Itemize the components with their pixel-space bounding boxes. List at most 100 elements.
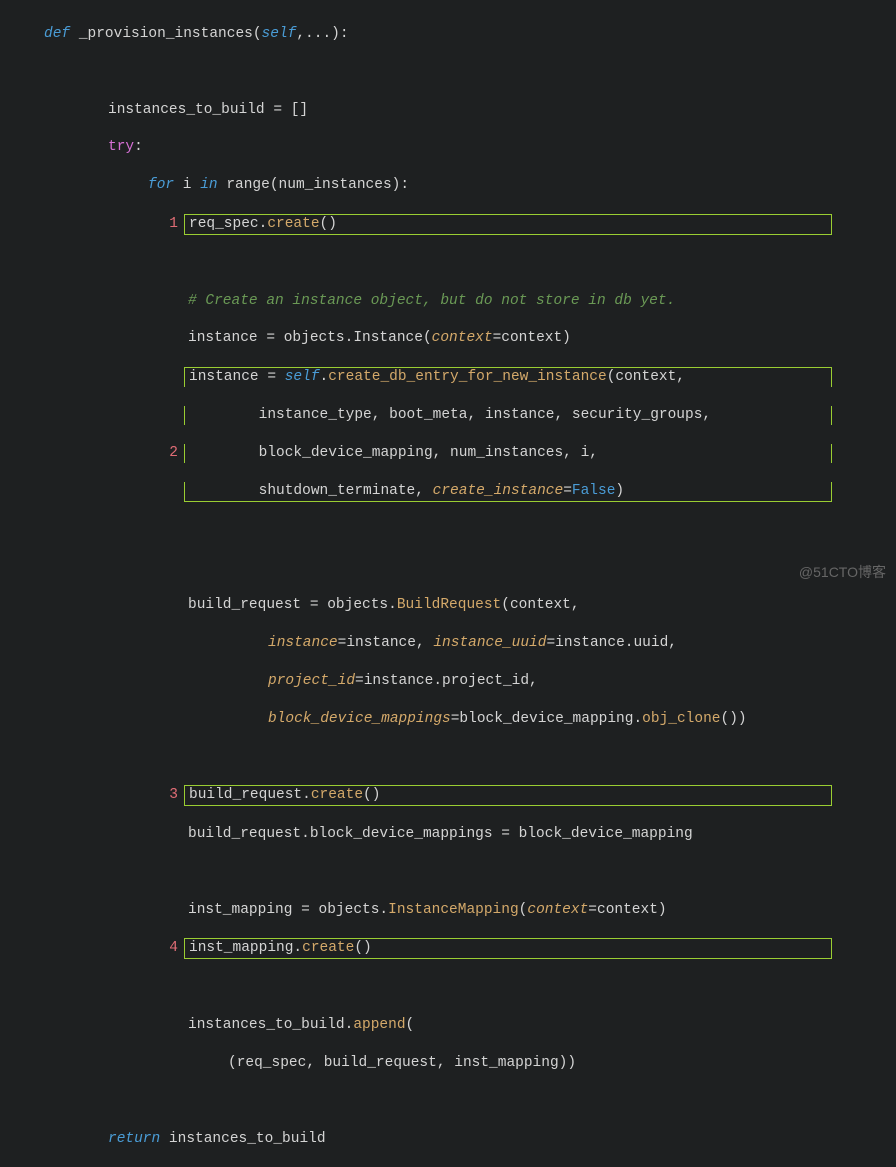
tail: (context,	[607, 369, 685, 385]
code-line: project_id=instance.project_id,	[0, 672, 896, 691]
code-block: def _provision_instances(self,...): inst…	[0, 0, 896, 1167]
code-line: return instances_to_build	[0, 1130, 896, 1149]
args: shutdown_terminate,	[259, 483, 433, 499]
blank-line	[0, 558, 896, 577]
blank-line	[0, 1092, 896, 1111]
call: range(num_instances):	[218, 177, 409, 193]
tail: ()	[354, 940, 371, 956]
comment: # Create an instance object, but do not …	[188, 293, 675, 309]
code-line: for i in range(num_instances):	[0, 176, 896, 195]
annotation-3: 3	[164, 786, 178, 805]
txt: =instance.project_id,	[355, 673, 538, 689]
tail: ()	[320, 216, 337, 232]
highlight-box-4: inst_mapping.create()	[184, 938, 832, 959]
watermark: @51CTO博客	[799, 563, 886, 581]
args: block_device_mapping, num_instances, i,	[259, 445, 598, 461]
tail: =context)	[588, 902, 666, 918]
tail: =context)	[493, 330, 571, 346]
blank-line	[0, 978, 896, 997]
code-line: instances_to_build = []	[0, 101, 896, 120]
code-line: instances_to_build.append(	[0, 1016, 896, 1035]
code-line: instance_type, boot_meta, instance, secu…	[0, 406, 896, 425]
tail: ())	[721, 711, 747, 727]
kw-in: in	[200, 177, 217, 193]
kwarg: context	[527, 902, 588, 918]
txt: =instance,	[338, 635, 434, 651]
kw-return: return	[108, 1131, 160, 1147]
method: create_db_entry_for_new_instance	[328, 369, 606, 385]
code-line: inst_mapping = objects.InstanceMapping(c…	[0, 901, 896, 920]
method: InstanceMapping	[388, 902, 519, 918]
expr: inst_mapping = objects.	[188, 902, 388, 918]
fn-name: _provision_instances	[79, 26, 253, 42]
highlight-box-1: req_spec.create()	[184, 214, 832, 235]
paren: (	[519, 902, 528, 918]
highlight-box-2-mid: block_device_mapping, num_instances, i,	[184, 444, 832, 463]
code-line: build_request = objects.BuildRequest(con…	[0, 596, 896, 615]
highlight-box-2-bot: shutdown_terminate, create_instance=Fals…	[184, 482, 832, 502]
var: i	[174, 177, 200, 193]
highlight-box-2-mid: instance_type, boot_meta, instance, secu…	[184, 406, 832, 425]
code-line: shutdown_terminate, create_instance=Fals…	[0, 482, 896, 502]
kwarg: context	[432, 330, 493, 346]
method: create	[267, 216, 319, 232]
expr: req_spec.	[189, 216, 267, 232]
expr: build_request = objects.	[188, 597, 397, 613]
code-line: 2 block_device_mapping, num_instances, i…	[0, 444, 896, 463]
kwarg: create_instance	[433, 483, 564, 499]
code-line: block_device_mappings=block_device_mappi…	[0, 710, 896, 729]
kw-self: self	[285, 369, 320, 385]
code-line: instance = objects.Instance(context=cont…	[0, 329, 896, 348]
annotation-spacer	[164, 482, 178, 501]
kw-def: def	[44, 26, 70, 42]
eq: =	[563, 483, 572, 499]
kw-try: try	[108, 139, 134, 155]
kwarg: instance_uuid	[433, 635, 546, 651]
code-line: build_request.block_device_mappings = bl…	[0, 825, 896, 844]
code-line: instance = self.create_db_entry_for_new_…	[0, 367, 896, 387]
blank-line	[0, 520, 896, 539]
kw-for: for	[148, 177, 174, 193]
annotation-4: 4	[164, 939, 178, 958]
expr: instance =	[189, 369, 285, 385]
tail: (context,	[501, 597, 579, 613]
method: create	[311, 787, 363, 803]
stmt: instances_to_build = []	[108, 102, 308, 118]
blank-line	[0, 863, 896, 882]
annotation-spacer	[164, 406, 178, 425]
kwarg: instance	[268, 635, 338, 651]
highlight-box-2-top: instance = self.create_db_entry_for_new_…	[184, 367, 832, 387]
annotation-2: 2	[164, 444, 178, 463]
expr: instances_to_build.	[188, 1017, 353, 1033]
expr: inst_mapping.	[189, 940, 302, 956]
args: instance_type, boot_meta, instance, secu…	[259, 407, 711, 423]
annotation-1: 1	[164, 215, 178, 234]
tail: ,...):	[296, 26, 348, 42]
txt: =block_device_mapping.	[451, 711, 642, 727]
kwarg: block_device_mappings	[268, 711, 451, 727]
method: append	[353, 1017, 405, 1033]
const-false: False	[572, 483, 616, 499]
code-line: 1 req_spec.create()	[0, 214, 896, 235]
code-line: 3build_request.create()	[0, 785, 896, 806]
code-line: try:	[0, 138, 896, 157]
blank-line	[0, 63, 896, 82]
expr: instance = objects.Instance(	[188, 330, 432, 346]
txt: =instance.uuid,	[546, 635, 677, 651]
code-line: # Create an instance object, but do not …	[0, 292, 896, 311]
code-line: instance=instance, instance_uuid=instanc…	[0, 634, 896, 653]
expr: build_request.	[189, 787, 311, 803]
args: (req_spec, build_request, inst_mapping))	[228, 1055, 576, 1071]
blank-line	[0, 747, 896, 766]
stmt: build_request.block_device_mappings = bl…	[188, 826, 693, 842]
method: create	[302, 940, 354, 956]
paren: (	[406, 1017, 415, 1033]
code-line: 4 inst_mapping.create()	[0, 938, 896, 959]
annotation-spacer	[164, 368, 178, 387]
colon: :	[134, 139, 143, 155]
dot: .	[320, 369, 329, 385]
kw-self: self	[262, 26, 297, 42]
paren: )	[615, 483, 624, 499]
expr: instances_to_build	[160, 1131, 325, 1147]
code-line: def _provision_instances(self,...):	[0, 25, 896, 44]
